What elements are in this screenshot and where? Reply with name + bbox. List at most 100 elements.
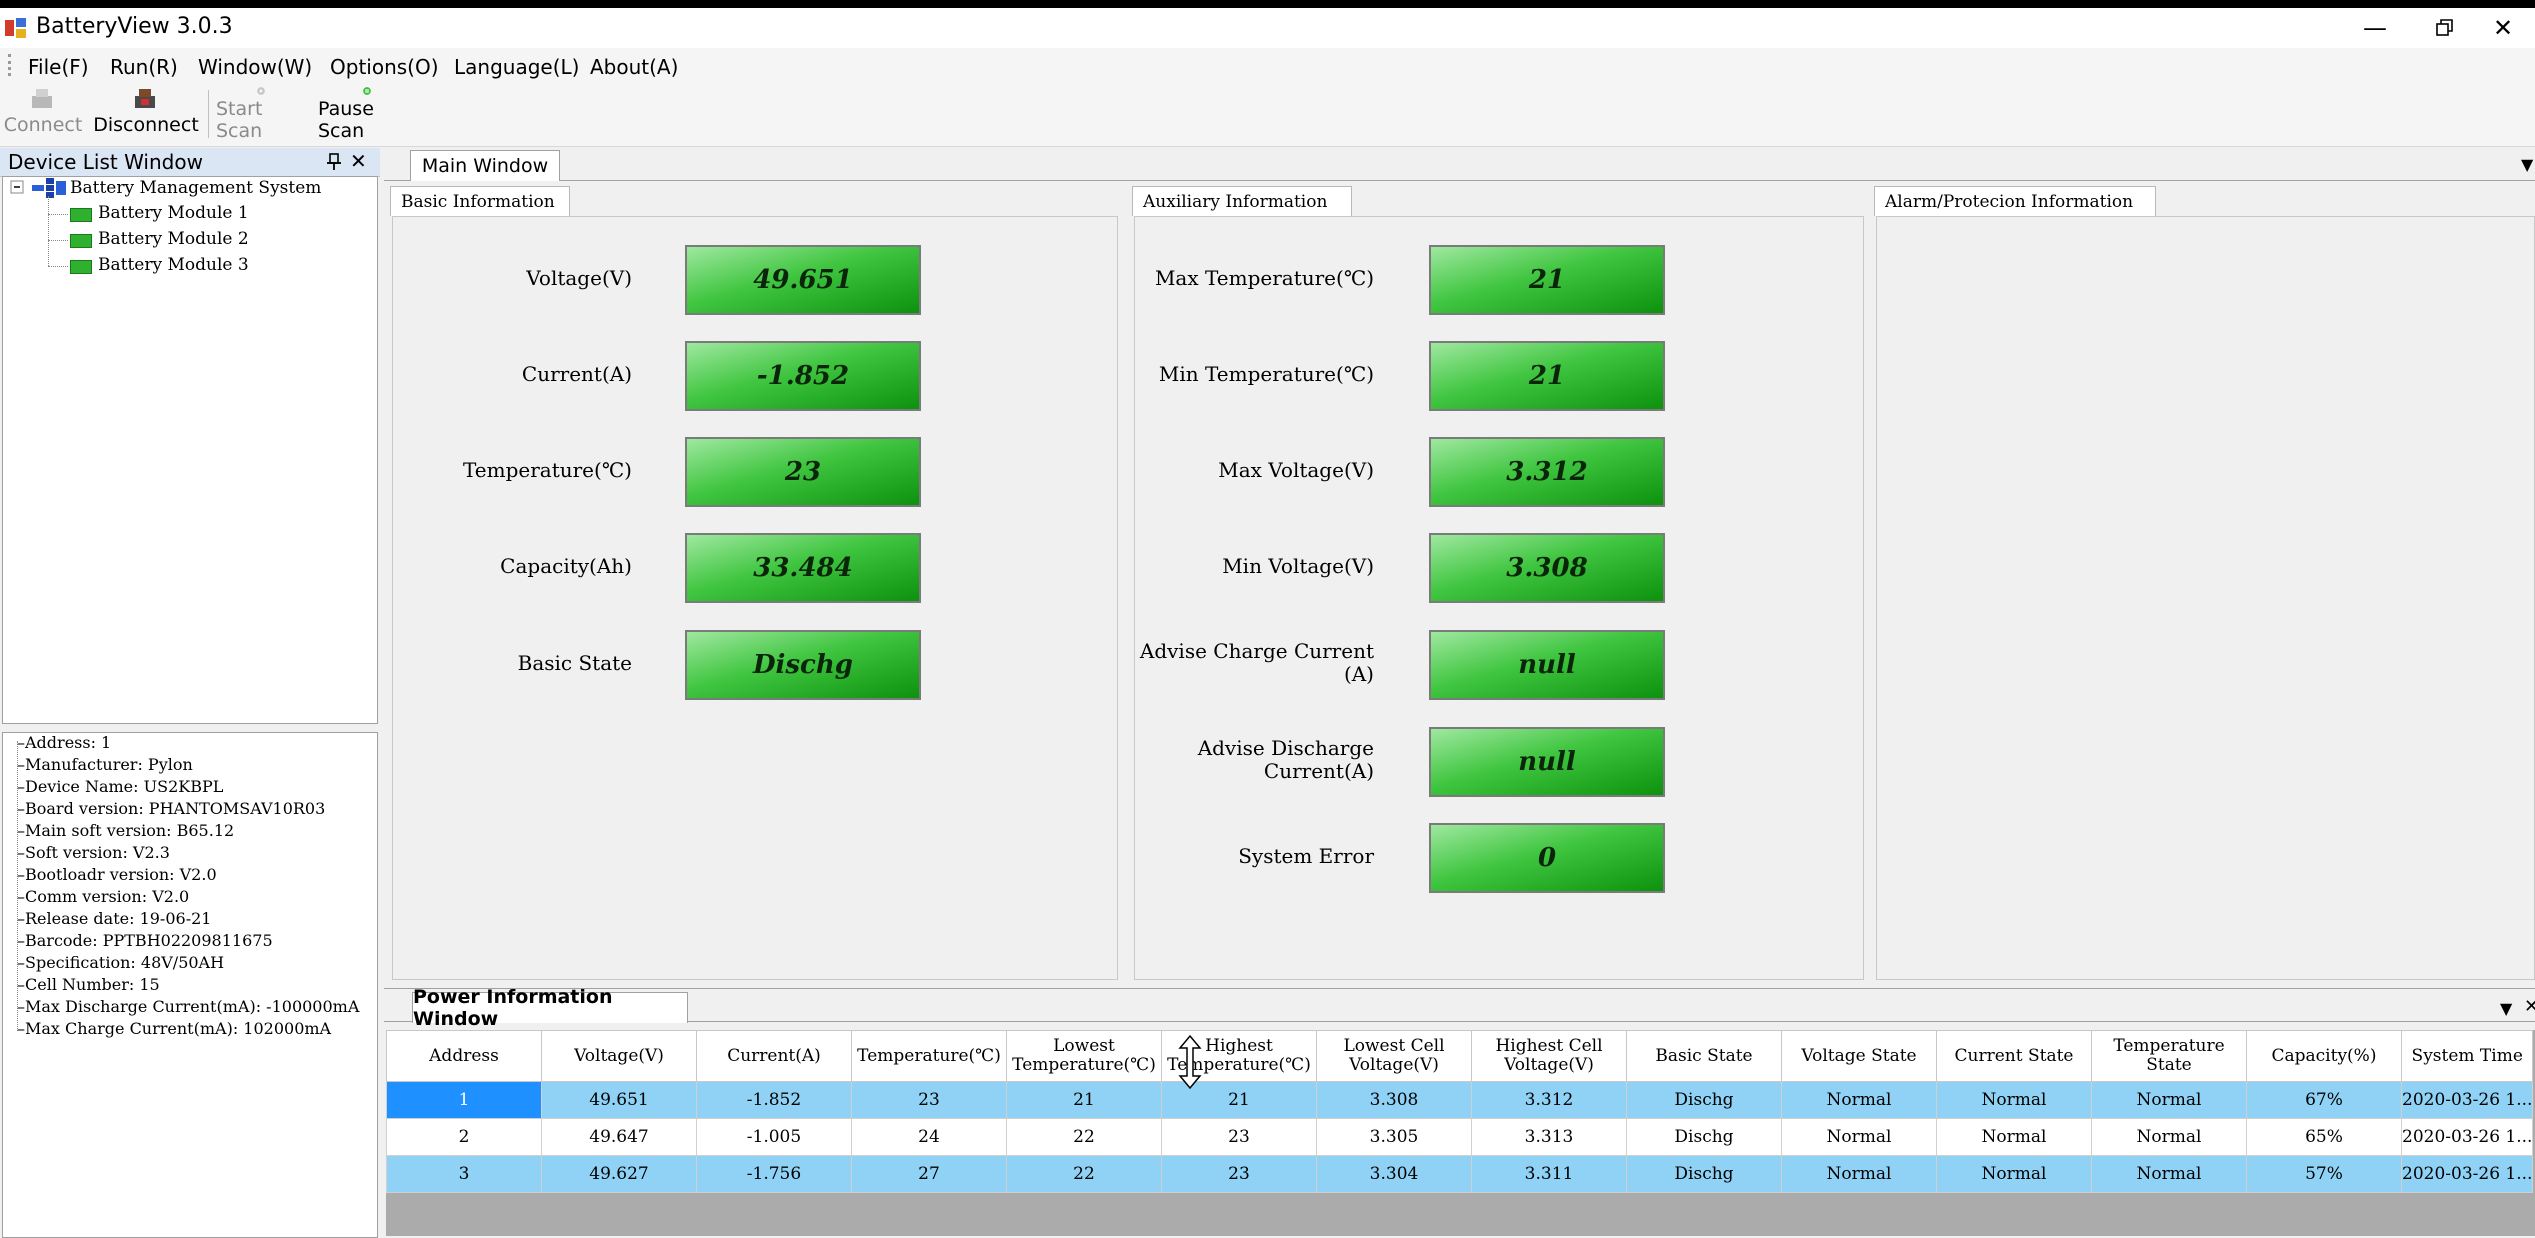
table-cell[interactable]: 23 (851, 1081, 1007, 1119)
menu-window[interactable]: Window(W) (192, 50, 318, 84)
capacity-value: 33.484 (685, 533, 921, 603)
pin-icon[interactable] (326, 153, 342, 171)
col-current[interactable]: Current(A) (696, 1030, 852, 1082)
tree-collapse-icon[interactable] (10, 180, 24, 194)
table-cell[interactable]: Normal (2091, 1081, 2247, 1119)
table-cell[interactable]: 24 (851, 1118, 1007, 1156)
screen-top-border (0, 0, 2535, 8)
info-line: –Max Charge Current(mA): 102000mA (17, 1019, 332, 1038)
max-temperature-value: 21 (1429, 245, 1665, 315)
table-cell[interactable]: 67% (2246, 1081, 2402, 1119)
table-cell[interactable]: Normal (1936, 1155, 2092, 1193)
table-cell[interactable]: -1.852 (696, 1081, 852, 1119)
connect-icon (32, 89, 52, 108)
start-scan-button[interactable]: Start Scan (216, 86, 306, 142)
tree-line (48, 196, 50, 266)
tree-module-3[interactable]: Battery Module 3 (98, 255, 249, 275)
table-cell[interactable]: 3.304 (1316, 1155, 1472, 1193)
table-cell[interactable]: 2020-03-26 1... (2400, 1081, 2534, 1119)
close-button[interactable]: ✕ (2471, 8, 2535, 48)
tree-root-label[interactable]: Battery Management System (70, 178, 321, 198)
tab-dropdown-icon[interactable]: ▼ (2521, 155, 2533, 174)
menu-language[interactable]: Language(L) (448, 50, 585, 84)
table-cell[interactable]: Normal (1936, 1118, 2092, 1156)
module-icon (70, 208, 92, 222)
table-cell[interactable]: 22 (1006, 1118, 1162, 1156)
table-cell[interactable]: 2 (386, 1118, 542, 1156)
table-cell[interactable]: 3.313 (1471, 1118, 1627, 1156)
table-cell[interactable]: 3.308 (1316, 1081, 1472, 1119)
table-cell[interactable]: Normal (1781, 1155, 1937, 1193)
device-info-panel: –Address: 1 –Manufacturer: Pylon –Device… (2, 732, 378, 1238)
table-cell[interactable]: Normal (2091, 1155, 2247, 1193)
pause-scan-button[interactable]: Pause Scan (318, 86, 416, 142)
col-temperature-state[interactable]: Temperature State (2091, 1030, 2247, 1082)
max-voltage-label: Max Voltage(V) (1218, 458, 1374, 482)
table-cell[interactable]: 1 (386, 1081, 542, 1119)
info-line: –Cell Number: 15 (17, 975, 160, 994)
col-basic-state[interactable]: Basic State (1626, 1030, 1782, 1082)
pause-icon (363, 87, 371, 95)
minimize-button[interactable]: — (2343, 8, 2407, 48)
minimize-icon: — (2363, 14, 2387, 42)
restore-button[interactable] (2413, 8, 2477, 48)
col-system-time[interactable]: System Time (2400, 1030, 2534, 1082)
col-voltage-state[interactable]: Voltage State (1781, 1030, 1937, 1082)
table-cell[interactable]: 2020-03-26 1... (2400, 1155, 2534, 1193)
table-cell[interactable]: Normal (1781, 1081, 1937, 1119)
table-cell[interactable]: 57% (2246, 1155, 2402, 1193)
menu-options[interactable]: Options(O) (324, 50, 445, 84)
table-cell[interactable]: Dischg (1626, 1155, 1782, 1193)
power-close-icon[interactable]: ✕ (2524, 996, 2535, 1017)
tab-power-information[interactable]: Power Information Window (412, 986, 688, 1030)
col-voltage[interactable]: Voltage(V) (541, 1030, 697, 1082)
table-cell[interactable]: 49.651 (541, 1081, 697, 1119)
table-cell[interactable]: 3.311 (1471, 1155, 1627, 1193)
table-cell[interactable]: Normal (2091, 1118, 2247, 1156)
table-row[interactable]: 2 49.647 -1.005 24 22 23 3.305 3.313 Dis… (386, 1118, 2534, 1156)
advise-discharge-current-label: Advise Discharge Current(A) (1197, 736, 1374, 783)
table-cell[interactable]: 23 (1161, 1118, 1317, 1156)
table-cell[interactable]: -1.005 (696, 1118, 852, 1156)
table-cell[interactable]: 49.627 (541, 1155, 697, 1193)
power-dropdown-icon[interactable]: ▼ (2500, 999, 2512, 1018)
app-icon (5, 18, 26, 38)
table-cell[interactable]: 65% (2246, 1118, 2402, 1156)
table-cell[interactable]: 49.647 (541, 1118, 697, 1156)
table-cell[interactable]: 22 (1006, 1155, 1162, 1193)
col-current-state[interactable]: Current State (1936, 1030, 2092, 1082)
table-cell[interactable]: Dischg (1626, 1118, 1782, 1156)
col-address[interactable]: Address (386, 1030, 542, 1082)
connect-button[interactable]: Connect (4, 86, 82, 142)
col-lowest-temperature[interactable]: Lowest Temperature(℃) (1006, 1030, 1162, 1082)
toolbar-separator (208, 90, 209, 138)
table-cell[interactable]: 21 (1006, 1081, 1162, 1119)
table-cell[interactable]: 3.312 (1471, 1081, 1627, 1119)
table-cell[interactable]: 3 (386, 1155, 542, 1193)
table-cell[interactable]: Normal (1781, 1118, 1937, 1156)
start-scan-label: Start Scan (216, 98, 263, 142)
menu-file[interactable]: File(F) (22, 50, 95, 84)
tree-module-1[interactable]: Battery Module 1 (98, 203, 249, 223)
tab-main-window[interactable]: Main Window (410, 150, 560, 181)
table-cell[interactable]: Normal (1936, 1081, 2092, 1119)
table-row[interactable]: 3 49.627 -1.756 27 22 23 3.304 3.311 Dis… (386, 1155, 2534, 1193)
col-temperature[interactable]: Temperature(℃) (851, 1030, 1007, 1082)
disconnect-button[interactable]: Disconnect (93, 86, 199, 142)
table-cell[interactable]: Dischg (1626, 1081, 1782, 1119)
col-highest-cell-voltage[interactable]: Highest Cell Voltage(V) (1471, 1030, 1627, 1082)
tree-module-2[interactable]: Battery Module 2 (98, 229, 249, 249)
table-cell[interactable]: 27 (851, 1155, 1007, 1193)
device-list-close-icon[interactable]: ✕ (350, 149, 367, 173)
table-cell[interactable]: 23 (1161, 1155, 1317, 1193)
table-cell[interactable]: 3.305 (1316, 1118, 1472, 1156)
table-cell[interactable]: 2020-03-26 1... (2400, 1118, 2534, 1156)
menu-run[interactable]: Run(R) (104, 50, 184, 84)
table-row[interactable]: 1 49.651 -1.852 23 21 21 3.308 3.312 Dis… (386, 1081, 2534, 1119)
col-capacity[interactable]: Capacity(%) (2246, 1030, 2402, 1082)
menu-about[interactable]: About(A) (584, 50, 684, 84)
system-error-label: System Error (1238, 844, 1374, 868)
play-icon (257, 87, 265, 95)
table-cell[interactable]: -1.756 (696, 1155, 852, 1193)
col-lowest-cell-voltage[interactable]: Lowest Cell Voltage(V) (1316, 1030, 1472, 1082)
